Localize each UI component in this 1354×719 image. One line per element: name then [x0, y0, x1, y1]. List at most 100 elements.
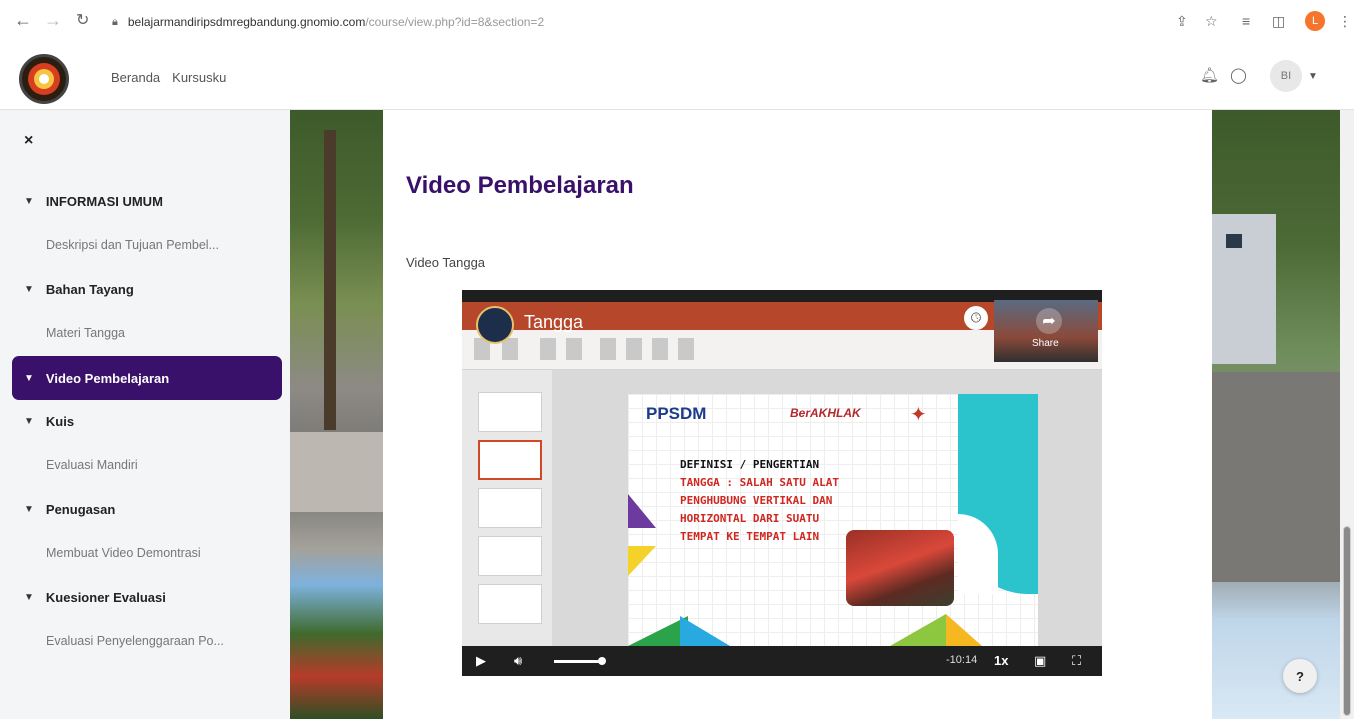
- slide-thumbnail: [478, 488, 542, 528]
- section-video-pembelajaran[interactable]: ▼ Video Pembelajaran: [12, 356, 282, 400]
- time-remaining: -10:14: [946, 654, 978, 666]
- site-logo[interactable]: [19, 54, 69, 104]
- section-title: Kuis: [45, 414, 75, 429]
- chevron-down-icon[interactable]: ▼: [24, 284, 34, 295]
- slide-line: PENGHUBUNG VERTIKAL DAN: [680, 494, 833, 507]
- berakhlak-logo: BerAKHLAK: [790, 406, 861, 420]
- chevron-down-icon[interactable]: ▼: [24, 196, 34, 207]
- section-bahan-tayang[interactable]: ▼ Bahan Tayang: [24, 282, 134, 297]
- slide-line: TANGGA : SALAH SATU ALAT: [680, 476, 839, 489]
- slide-thumbnail: [478, 392, 542, 432]
- toolbar-tool: [600, 338, 616, 360]
- forward-icon[interactable]: →: [44, 10, 62, 31]
- site-header: Beranda Kursusku 🔔︎ ◯ BI ▼: [0, 44, 1354, 110]
- back-icon[interactable]: ←: [14, 10, 32, 31]
- video-controls: ▶ 🔊︎ -10:14 1x ▣ ⛶: [462, 646, 1102, 676]
- watch-later-icon[interactable]: 🕓︎: [964, 306, 988, 330]
- slide-line: TEMPAT KE TEMPAT LAIN: [680, 530, 820, 543]
- shape-triangle: [628, 546, 656, 576]
- psdm-logo: PPSDM: [646, 404, 707, 423]
- shape-triangle: [628, 616, 688, 646]
- channel-logo[interactable]: [476, 306, 514, 344]
- toolbar-tool: [678, 338, 694, 360]
- progress-handle[interactable]: [598, 657, 606, 665]
- section-kuesioner-evaluasi[interactable]: ▼ Kuesioner Evaluasi: [24, 590, 166, 605]
- side-panel-icon[interactable]: ◫: [1272, 13, 1285, 30]
- toolbar-tool: [566, 338, 582, 360]
- slide-line: HORIZONTAL DARI SUATU: [680, 512, 820, 525]
- reading-list-icon[interactable]: ≡: [1242, 13, 1250, 29]
- toolbar-tool: [652, 338, 668, 360]
- teal-decoration: [958, 394, 1038, 594]
- share-icon: ➦: [1036, 308, 1062, 334]
- bangga-logo: ✦: [910, 404, 927, 426]
- url-path: /course/view.php?id=8&section=2: [365, 15, 545, 29]
- page-scrollbar[interactable]: [1340, 110, 1354, 719]
- share-label: Share: [1032, 338, 1059, 349]
- shape-triangle: [680, 616, 730, 646]
- stairs-photo: [846, 530, 954, 606]
- fullscreen-icon[interactable]: ⛶: [1072, 653, 1081, 669]
- nav-kursusku[interactable]: Kursusku: [172, 70, 226, 85]
- section-title: Video Pembelajaran: [45, 370, 170, 386]
- background-photo-left: [290, 110, 383, 719]
- help-button[interactable]: ?: [1283, 659, 1317, 693]
- section-title: Penugasan: [45, 502, 116, 517]
- avatar[interactable]: BI: [1270, 60, 1302, 92]
- playback-speed[interactable]: 1x: [994, 653, 1008, 668]
- toolbar-tool: [540, 338, 556, 360]
- primary-navigation: Beranda Kursusku: [111, 70, 226, 85]
- lock-icon: 🔒︎: [112, 15, 118, 28]
- share-page-icon[interactable]: ⇪: [1176, 13, 1188, 30]
- section-title: INFORMASI UMUM: [45, 194, 163, 209]
- play-icon[interactable]: ▶: [476, 653, 486, 669]
- slide-thumbnail: [478, 584, 542, 624]
- shape-triangle: [890, 614, 946, 646]
- browser-toolbar: ← → ↻ 🔒︎ belajarmandiripsdmregbandung.gn…: [0, 0, 1354, 44]
- shape-triangle: [946, 614, 982, 646]
- section-kuis[interactable]: ▼ Kuis: [24, 414, 74, 429]
- activity-deskripsi[interactable]: Deskripsi dan Tujuan Pembel...: [46, 238, 219, 252]
- slide-thumbnails-pane: [462, 370, 552, 646]
- activity-materi-tangga[interactable]: Materi Tangga: [46, 326, 125, 340]
- chevron-down-icon[interactable]: ▼: [24, 416, 34, 427]
- address-bar[interactable]: 🔒︎ belajarmandiripsdmregbandung.gnomio.c…: [112, 8, 1176, 36]
- progress-bar[interactable]: [554, 660, 602, 663]
- label-video-tangga: Video Tangga: [406, 255, 486, 270]
- activity-evaluasi-penyelenggaraan[interactable]: Evaluasi Penyelenggaraan Po...: [46, 634, 224, 648]
- course-index-drawer: × ▼ INFORMASI UMUM Deskripsi dan Tujuan …: [0, 110, 290, 719]
- activity-membuat-video[interactable]: Membuat Video Demontrasi: [46, 546, 201, 560]
- chevron-down-icon[interactable]: ▼: [24, 592, 34, 603]
- url-host: belajarmandiripsdmregbandung.gnomio.com: [127, 15, 366, 29]
- nav-beranda[interactable]: Beranda: [111, 70, 160, 85]
- video-title[interactable]: Tangga: [524, 312, 583, 333]
- slide-content: PPSDM BerAKHLAK ✦ DEFINISI / PENGERTIAN …: [628, 394, 1038, 646]
- slide-thumbnail: [478, 440, 542, 480]
- toolbar-tool: [626, 338, 642, 360]
- section-title: Bahan Tayang: [45, 282, 134, 297]
- bookmark-star-icon[interactable]: ☆: [1205, 13, 1218, 30]
- chevron-down-icon: ▼: [1308, 70, 1318, 82]
- notification-bell-icon[interactable]: 🔔︎: [1200, 66, 1219, 84]
- video-player[interactable]: Tangga 🕓︎ ➦ Share PPSDM BerAKHLAK ✦ DEFI…: [462, 290, 1102, 676]
- shape-triangle: [628, 494, 656, 528]
- chevron-down-icon[interactable]: ▼: [24, 504, 34, 515]
- section-informasi-umum[interactable]: ▼ INFORMASI UMUM: [24, 194, 163, 209]
- section-title: Kuesioner Evaluasi: [45, 590, 166, 605]
- background-photo-right: [1212, 110, 1340, 719]
- page-title: Video Pembelajaran: [406, 172, 634, 199]
- close-drawer-icon[interactable]: ×: [24, 132, 33, 150]
- picture-in-picture-icon[interactable]: ▣: [1034, 653, 1046, 669]
- share-button[interactable]: ➦ Share: [994, 300, 1098, 362]
- slide-thumbnail: [478, 536, 542, 576]
- section-penugasan[interactable]: ▼ Penugasan: [24, 502, 115, 517]
- volume-icon[interactable]: 🔊︎: [514, 653, 522, 669]
- browser-profile-avatar[interactable]: L: [1305, 11, 1325, 31]
- activity-evaluasi-mandiri[interactable]: Evaluasi Mandiri: [46, 458, 138, 472]
- reload-icon[interactable]: ↻: [76, 10, 89, 30]
- messages-icon[interactable]: ◯: [1230, 66, 1247, 84]
- user-menu[interactable]: BI ▼: [1270, 60, 1318, 92]
- browser-menu-icon[interactable]: ⋮: [1338, 13, 1352, 30]
- chevron-down-icon[interactable]: ▼: [24, 373, 34, 384]
- slide-heading: DEFINISI / PENGERTIAN: [680, 458, 820, 471]
